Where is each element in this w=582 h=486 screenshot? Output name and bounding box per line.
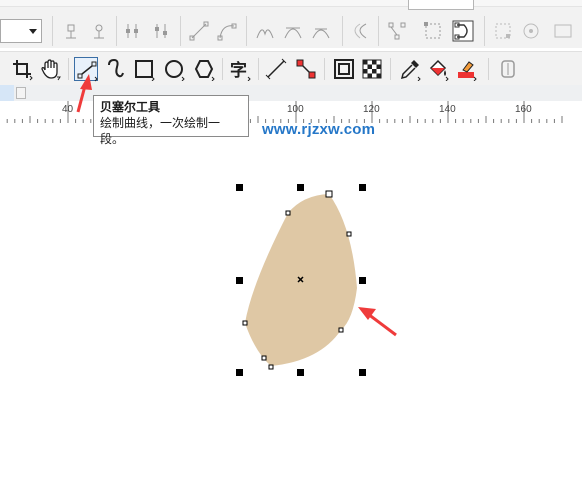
tooltip-description: 绘制曲线，一次绘制一段。 xyxy=(100,116,221,146)
watermark: www.rjzxw.com xyxy=(262,121,376,138)
annotation-layer xyxy=(76,74,397,337)
annotation-arrow xyxy=(358,307,397,337)
tooltip-title: 贝塞尔工具 xyxy=(100,100,161,114)
tool-tooltip: 贝塞尔工具 绘制曲线，一次绘制一段。 xyxy=(93,95,249,146)
annotation-arrow xyxy=(76,74,92,113)
